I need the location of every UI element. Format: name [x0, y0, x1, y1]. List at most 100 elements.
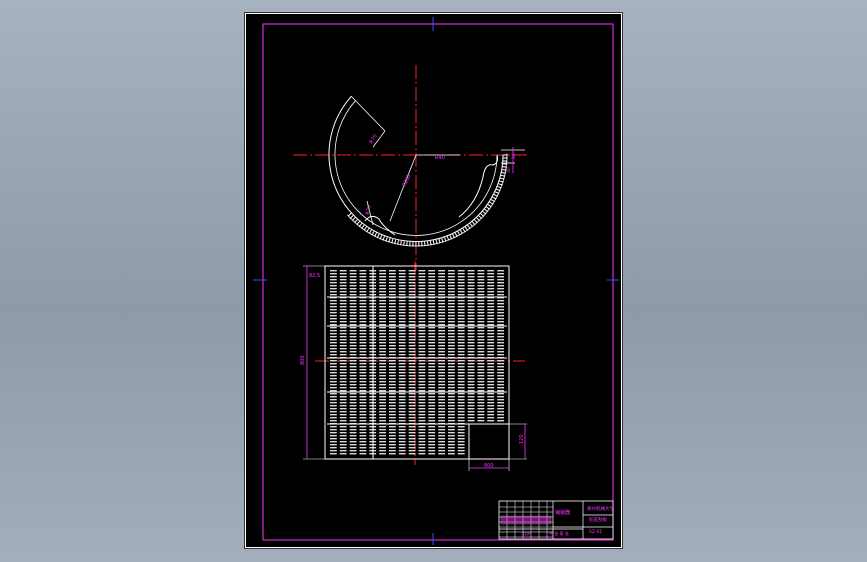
- plate-hole: [448, 354, 455, 356]
- plate-hole: [428, 279, 436, 281]
- plate-hole: [418, 399, 426, 401]
- plate-hole: [457, 381, 465, 383]
- plate-hole: [477, 402, 485, 404]
- inner-frame: [262, 23, 614, 541]
- plate-hole: [428, 366, 436, 368]
- plate-hole: [379, 288, 386, 290]
- plate-hole: [349, 333, 357, 335]
- plate-hole: [379, 396, 386, 398]
- plate-hole: [457, 426, 465, 428]
- plate-hole: [438, 369, 445, 371]
- plate-hole: [448, 291, 455, 293]
- plate-hole: [330, 429, 337, 431]
- plate-hole: [359, 396, 367, 398]
- plate-hole: [398, 276, 406, 278]
- plate-hole: [467, 300, 475, 302]
- plate-hole: [389, 285, 396, 287]
- plate-hole: [330, 453, 337, 455]
- plate-hole: [389, 348, 396, 350]
- plate-hole: [398, 390, 406, 392]
- plate-hole: [389, 441, 396, 443]
- plate-hole: [428, 303, 436, 305]
- ring-tooth: [464, 226, 468, 231]
- plate-hole: [497, 294, 504, 296]
- plate-hole: [457, 327, 465, 329]
- plate-hole: [359, 312, 367, 314]
- plate-hole: [359, 402, 367, 404]
- plate-hole: [389, 312, 396, 314]
- plate-hole: [438, 330, 445, 332]
- plate-hole: [359, 408, 367, 410]
- plate-hole: [379, 435, 386, 437]
- plate-hole: [418, 285, 426, 287]
- plate-hole: [389, 444, 396, 446]
- plate-hole: [330, 342, 337, 344]
- plate-hole: [457, 294, 465, 296]
- outer-frame: [245, 13, 622, 548]
- plate-hole: [359, 303, 367, 305]
- plate-hole: [408, 351, 416, 353]
- plate-hole: [477, 414, 485, 416]
- plate-hole: [408, 345, 416, 347]
- plate-hole: [418, 321, 426, 323]
- plate-hole: [457, 432, 465, 434]
- plate-hole: [339, 384, 347, 386]
- plate-hole: [448, 294, 455, 296]
- plate-hole: [359, 453, 367, 455]
- plate-hole: [438, 447, 445, 449]
- plate-hole: [497, 390, 504, 392]
- plate-hole: [398, 387, 406, 389]
- plate-hole: [418, 384, 426, 386]
- plate-hole: [497, 387, 504, 389]
- plate-hole: [398, 450, 406, 452]
- plate-hole: [428, 447, 436, 449]
- plate-hole: [428, 276, 436, 278]
- plate-hole: [438, 324, 445, 326]
- plate-hole: [330, 309, 337, 311]
- plate-hole: [398, 399, 406, 401]
- plate-hole: [359, 381, 367, 383]
- plate-hole: [448, 375, 455, 377]
- plate-hole: [349, 303, 357, 305]
- plate-hole: [457, 330, 465, 332]
- ring-tooth: [473, 219, 478, 223]
- plate-hole: [408, 276, 416, 278]
- plate-hole: [349, 402, 357, 404]
- plate-hole: [330, 393, 337, 395]
- plate-hole: [359, 393, 367, 395]
- ring-tooth: [490, 198, 495, 202]
- plate-hole: [359, 426, 367, 428]
- ring-tooth: [435, 239, 438, 244]
- plate-hole: [438, 318, 445, 320]
- plate-hole: [428, 450, 436, 452]
- plate-hole: [477, 420, 485, 422]
- plate-hole: [477, 360, 485, 362]
- plate-hole: [339, 273, 347, 275]
- plate-hole: [448, 372, 455, 374]
- ring-tooth: [498, 180, 504, 183]
- plate-hole: [457, 309, 465, 311]
- ring-tooth: [452, 233, 455, 238]
- plate-hole: [457, 270, 465, 272]
- plate-hole: [389, 378, 396, 380]
- plate-hole: [408, 312, 416, 314]
- plate-hole: [467, 333, 475, 335]
- plate-hole: [379, 369, 386, 371]
- plate-hole: [428, 387, 436, 389]
- dim-right-b: 30: [506, 167, 512, 173]
- plate-hole: [379, 387, 386, 389]
- plate-hole: [497, 381, 504, 383]
- ring-tooth: [467, 224, 471, 229]
- plate-hole: [359, 438, 367, 440]
- plate-hole: [487, 366, 495, 368]
- plate-hole: [477, 294, 485, 296]
- plate-hole: [398, 348, 406, 350]
- plate-hole: [467, 372, 475, 374]
- plate-hole: [398, 366, 406, 368]
- plate-hole: [349, 312, 357, 314]
- plate-hole: [398, 393, 406, 395]
- plate-hole: [379, 390, 386, 392]
- dim-top-left: 82.5: [309, 273, 320, 279]
- plate-hole: [428, 369, 436, 371]
- plate-hole: [359, 360, 367, 362]
